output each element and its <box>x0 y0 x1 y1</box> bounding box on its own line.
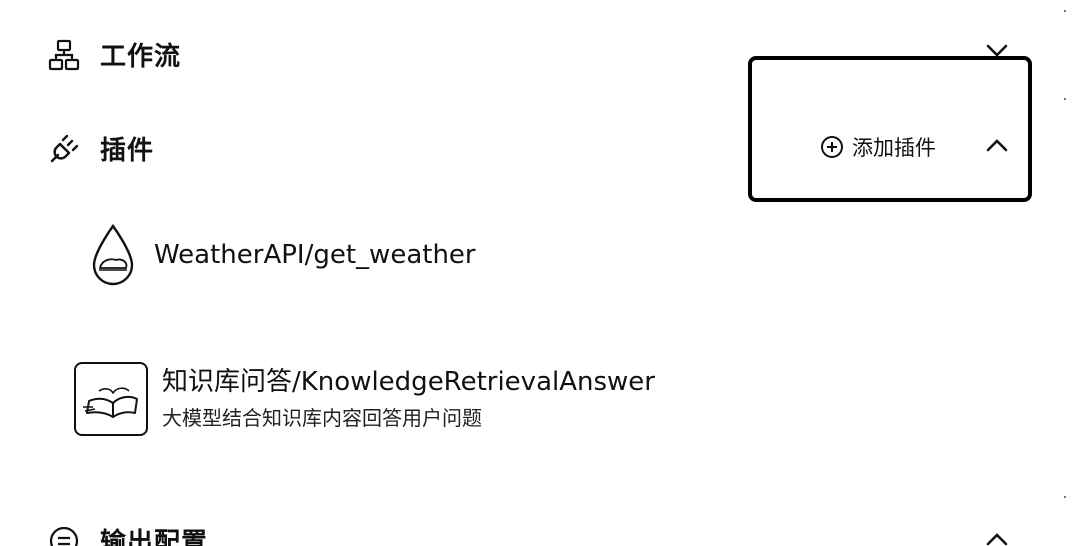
workflow-section-title: 工作流 <box>100 42 182 72</box>
workflow-icon <box>48 39 80 71</box>
plugin-description: 大模型结合知识库内容回答用户问题 <box>162 406 482 430</box>
add-plugin-label: 添加插件 <box>852 136 936 160</box>
plug-icon <box>48 133 80 165</box>
output-section-title: 输出配置 <box>100 528 209 546</box>
edge-mark <box>1064 98 1066 100</box>
add-plugin-button[interactable]: 添加插件 <box>820 132 936 162</box>
edge-mark <box>1064 10 1066 12</box>
plugin-text-block: 知识库问答/KnowledgeRetrievalAnswer 大模型结合知识库内… <box>162 361 655 431</box>
list-circle-icon <box>48 525 80 546</box>
plugins-section-header[interactable]: 插件 <box>48 130 154 167</box>
plugins-chevron-up-icon[interactable] <box>984 136 1010 160</box>
bot-config-panel: 工作流 插件 添加插件 WeatherAPI/get_weather 知识库问答… <box>0 0 1086 546</box>
plugins-section-title: 插件 <box>100 136 155 166</box>
output-section-header[interactable]: 输出配置 <box>48 522 208 546</box>
highlight-box <box>748 56 1032 202</box>
plus-circle-icon <box>820 135 844 159</box>
plugin-name: WeatherAPI/get_weather <box>154 240 476 270</box>
workflow-section-header[interactable]: 工作流 <box>48 36 181 73</box>
output-chevron-up-icon[interactable] <box>984 530 1010 546</box>
edge-mark <box>1064 496 1066 498</box>
plugin-name: 知识库问答/KnowledgeRetrievalAnswer <box>162 367 655 397</box>
open-book-icon <box>79 377 143 421</box>
plugin-item-knowledge[interactable]: 知识库问答/KnowledgeRetrievalAnswer 大模型结合知识库内… <box>74 362 655 436</box>
water-drop-icon <box>86 222 140 288</box>
plugin-thumbnail <box>74 362 148 436</box>
plugin-item-weather[interactable]: WeatherAPI/get_weather <box>86 222 476 288</box>
